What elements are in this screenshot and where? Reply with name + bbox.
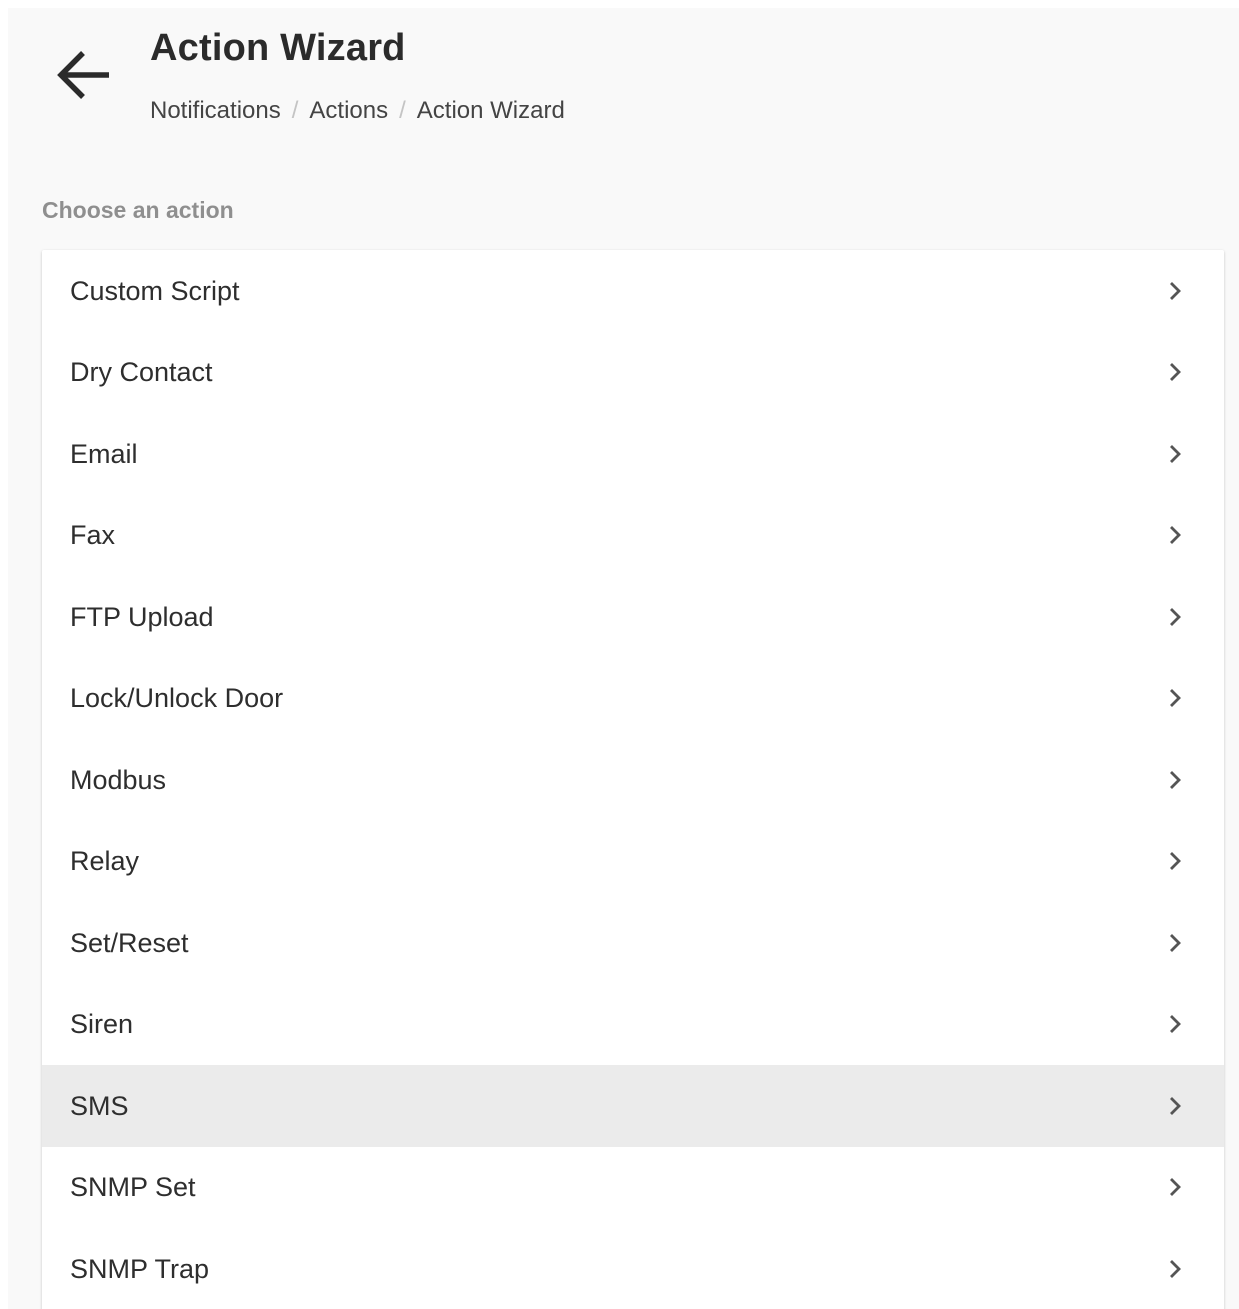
action-item-label: Modbus	[70, 764, 167, 795]
breadcrumb-item-current: Action Wizard	[416, 97, 565, 124]
breadcrumb-separator: /	[399, 97, 406, 124]
action-item-relay[interactable]: Relay	[42, 821, 1224, 903]
action-item-label: SMS	[70, 1090, 129, 1121]
action-item-fax[interactable]: Fax	[42, 495, 1224, 577]
chevron-right-icon	[1166, 1094, 1184, 1118]
chevron-right-icon	[1166, 931, 1184, 955]
action-item-snmp-set[interactable]: SNMP Set	[42, 1147, 1224, 1229]
action-item-label: FTP Upload	[70, 601, 214, 632]
action-list: Custom Script Dry Contact Email Fax FTP …	[42, 250, 1224, 1309]
action-item-label: Siren	[70, 1009, 134, 1040]
page: Action Wizard Notifications / Actions / …	[8, 8, 1239, 1309]
chevron-right-icon	[1166, 849, 1184, 873]
action-item-email[interactable]: Email	[42, 413, 1224, 495]
chevron-right-icon	[1166, 768, 1184, 792]
action-item-lock-unlock-door[interactable]: Lock/Unlock Door	[42, 658, 1224, 740]
back-button[interactable]	[50, 42, 116, 108]
chevron-right-icon	[1166, 605, 1184, 629]
action-item-set-reset[interactable]: Set/Reset	[42, 902, 1224, 984]
breadcrumb-separator: /	[291, 97, 299, 124]
action-item-siren[interactable]: Siren	[42, 984, 1224, 1066]
action-item-label: Dry Contact	[70, 357, 213, 388]
action-item-custom-script[interactable]: Custom Script	[42, 250, 1224, 332]
arrow-left-icon	[57, 51, 109, 99]
breadcrumb: Notifications / Actions / Action Wizard	[150, 96, 565, 126]
action-item-label: Custom Script	[70, 275, 240, 306]
action-item-label: Lock/Unlock Door	[70, 683, 284, 714]
chevron-right-icon	[1166, 1175, 1184, 1199]
chevron-right-icon	[1166, 360, 1184, 384]
action-item-label: Set/Reset	[70, 927, 189, 958]
page-title: Action Wizard	[150, 27, 406, 69]
section-label: Choose an action	[42, 197, 234, 223]
chevron-right-icon	[1166, 1257, 1184, 1281]
action-item-label: SNMP Trap	[70, 1253, 210, 1284]
action-item-label: Relay	[70, 846, 140, 877]
chevron-right-icon	[1166, 686, 1184, 710]
chevron-right-icon	[1166, 1012, 1184, 1036]
action-item-label: SNMP Set	[70, 1172, 196, 1203]
action-item-label: Email	[70, 438, 138, 469]
action-item-dry-contact[interactable]: Dry Contact	[42, 332, 1224, 414]
action-item-snmp-trap[interactable]: SNMP Trap	[42, 1228, 1224, 1309]
action-item-ftp-upload[interactable]: FTP Upload	[42, 576, 1224, 658]
action-item-modbus[interactable]: Modbus	[42, 739, 1224, 821]
chevron-right-icon	[1166, 279, 1184, 303]
breadcrumb-item-actions[interactable]: Actions	[309, 96, 388, 126]
chevron-right-icon	[1166, 523, 1184, 547]
chevron-right-icon	[1166, 442, 1184, 466]
page-header: Action Wizard Notifications / Actions / …	[8, 8, 1239, 158]
breadcrumb-item-notifications[interactable]: Notifications	[150, 96, 281, 126]
action-item-sms[interactable]: SMS	[42, 1065, 1224, 1147]
action-item-label: Fax	[70, 520, 116, 551]
